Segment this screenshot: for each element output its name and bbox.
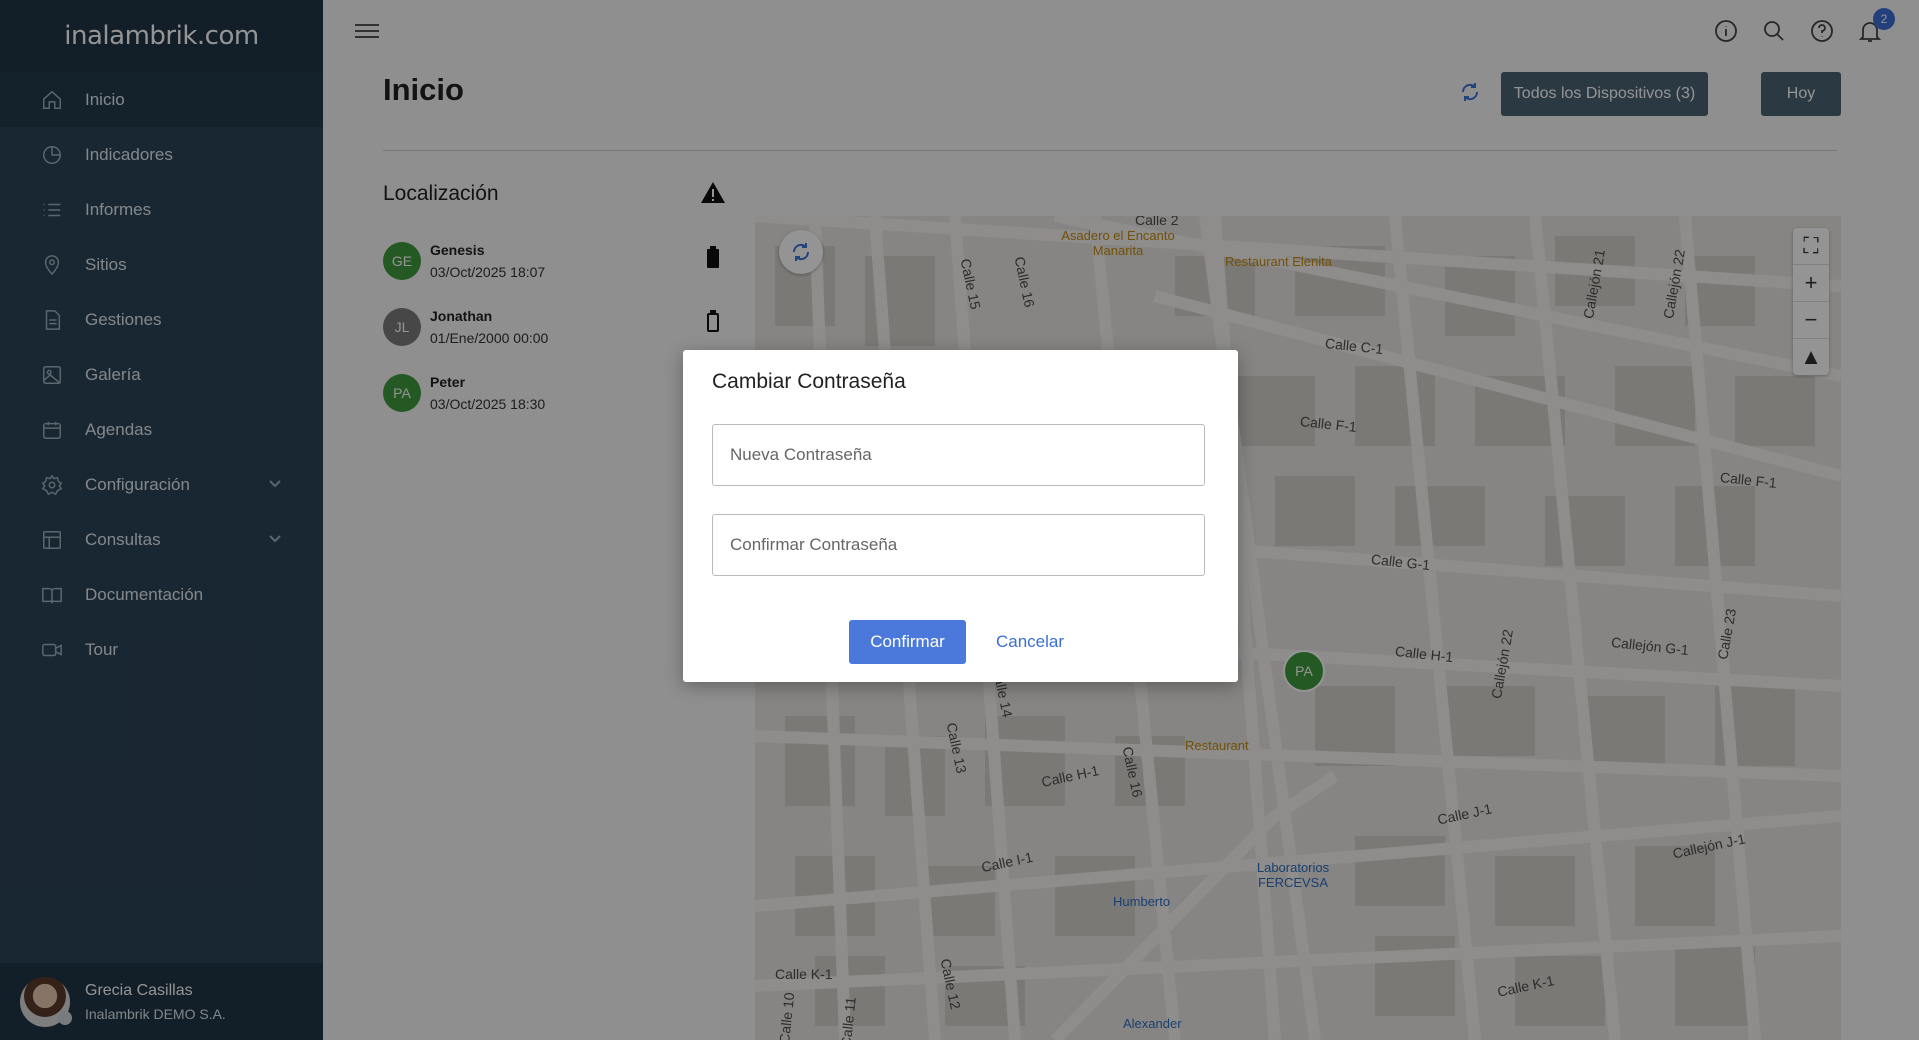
cancel-button[interactable]: Cancelar: [990, 620, 1070, 664]
new-password-field[interactable]: [712, 424, 1205, 486]
app: inalambrik.com Inicio Indicadores Inform…: [0, 0, 1919, 1040]
dialog-title: Cambiar Contraseña: [712, 370, 906, 393]
confirm-password-field[interactable]: [712, 514, 1205, 576]
confirm-button[interactable]: Confirmar: [849, 620, 966, 664]
change-password-dialog: Cambiar Contraseña Confirmar Cancelar: [683, 350, 1238, 682]
